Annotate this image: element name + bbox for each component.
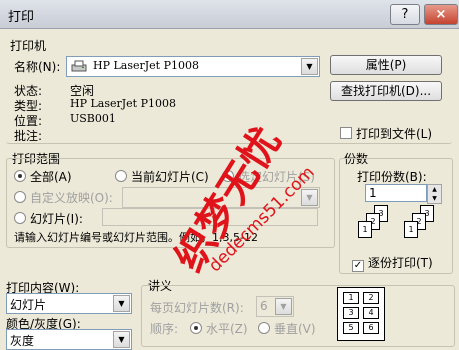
range-selection-radio-dot[interactable] — [222, 170, 234, 182]
per-page-label: 每页幻灯片数(R): — [150, 301, 244, 315]
help-button[interactable]: ? — [390, 4, 420, 25]
range-all-label: 全部(A) — [30, 170, 72, 184]
order-horizontal-radio[interactable]: 水平(Z) — [190, 320, 248, 337]
find-printer-button[interactable]: 查找打印机(D)... — [330, 81, 442, 101]
range-custom-radio[interactable]: 自定义放映(O): — [14, 189, 113, 206]
print-to-file-checkbox[interactable]: 打印到文件(L) — [340, 125, 432, 142]
order-label: 顺序: — [150, 322, 179, 336]
handouts-group — [141, 285, 455, 347]
preview-slide: 2 — [363, 292, 379, 304]
copies-count-label: 打印份数(B): — [357, 170, 427, 184]
chevron-down-icon[interactable]: ▼ — [301, 58, 318, 75]
range-slides-radio-dot[interactable] — [14, 212, 26, 224]
chevron-down-icon[interactable]: ▼ — [113, 295, 130, 312]
printer-name-label: 名称(N): — [14, 60, 61, 74]
order-horizontal-dot[interactable] — [190, 322, 202, 334]
collate-label: 逐份打印(T) — [368, 256, 433, 270]
color-value: 灰度 — [10, 334, 35, 348]
spin-up-icon[interactable]: ▲ — [428, 185, 441, 194]
preview-slide: 6 — [363, 322, 379, 334]
window-title: 打印 — [8, 10, 35, 25]
printer-name-select[interactable]: HP LaserJet P1008 ▼ — [66, 56, 320, 77]
order-vertical-radio[interactable]: 垂直(V) — [258, 320, 316, 337]
close-button[interactable]: × — [424, 4, 458, 25]
chevron-down-icon[interactable]: ▼ — [275, 298, 292, 315]
print-what-value: 幻灯片 — [10, 298, 47, 312]
range-custom-label: 自定义放映(O): — [30, 191, 113, 205]
range-all-radio-dot[interactable] — [14, 170, 26, 182]
custom-show-select[interactable]: ▼ — [122, 187, 320, 208]
print-to-file-label: 打印到文件(L) — [356, 127, 433, 141]
range-all-radio[interactable]: 全部(A) — [14, 168, 72, 185]
order-vertical-dot[interactable] — [258, 322, 270, 334]
range-hint: 请输入幻灯片编号或幻灯片范围。例如，1,3,5-12 — [14, 231, 258, 244]
copies-spinner[interactable]: ▲ ▼ — [427, 184, 442, 204]
range-current-label: 当前幻灯片(C) — [131, 170, 209, 184]
range-slides-radio[interactable]: 幻灯片(I): — [14, 210, 83, 227]
chevron-down-icon[interactable]: ▼ — [301, 189, 318, 206]
range-current-radio-dot[interactable] — [115, 170, 127, 182]
range-current-radio[interactable]: 当前幻灯片(C) — [115, 168, 209, 185]
collate-check[interactable]: ✓ — [352, 260, 364, 272]
print-to-file-check[interactable] — [340, 127, 352, 139]
per-page-select[interactable]: 6 ▼ — [256, 296, 294, 317]
per-page-value: 6 — [260, 299, 268, 313]
order-vertical-label: 垂直(V) — [274, 322, 316, 336]
color-select[interactable]: 灰度 ▼ — [6, 329, 132, 350]
order-horizontal-label: 水平(Z) — [206, 322, 248, 336]
title-bar: 打印 ? × — [0, 0, 459, 29]
printer-icon — [71, 60, 87, 72]
collate-checkbox[interactable]: ✓ 逐份打印(T) — [352, 254, 433, 272]
print-what-select[interactable]: 幻灯片 ▼ — [6, 293, 132, 314]
copies-count-input[interactable]: 1 — [365, 184, 427, 202]
printer-name-value: HP LaserJet P1008 — [93, 59, 199, 72]
copies-count-value: 1 — [369, 186, 377, 200]
preview-slide: 5 — [343, 322, 359, 334]
spin-down-icon[interactable]: ▼ — [428, 194, 441, 203]
preview-slide: 1 — [343, 292, 359, 304]
location-value: USB001 — [70, 112, 116, 125]
preview-slide: 4 — [363, 307, 379, 319]
slides-range-input[interactable] — [102, 208, 318, 226]
preview-slide: 3 — [343, 307, 359, 319]
range-custom-radio-dot[interactable] — [14, 191, 26, 203]
type-value: HP LaserJet P1008 — [70, 97, 176, 110]
comment-label: 批注: — [14, 129, 43, 143]
handout-preview: 1 2 3 4 5 6 — [337, 287, 385, 341]
collate-sheet: 1 — [358, 221, 372, 238]
range-slides-label: 幻灯片(I): — [30, 212, 83, 226]
chevron-down-icon[interactable]: ▼ — [113, 331, 130, 348]
properties-button[interactable]: 属性(P) — [330, 55, 442, 75]
range-selection-radio[interactable]: 选定幻灯片(S) — [222, 168, 315, 185]
range-selection-label: 选定幻灯片(S) — [238, 170, 315, 184]
collate-sheet: 1 — [404, 221, 418, 238]
